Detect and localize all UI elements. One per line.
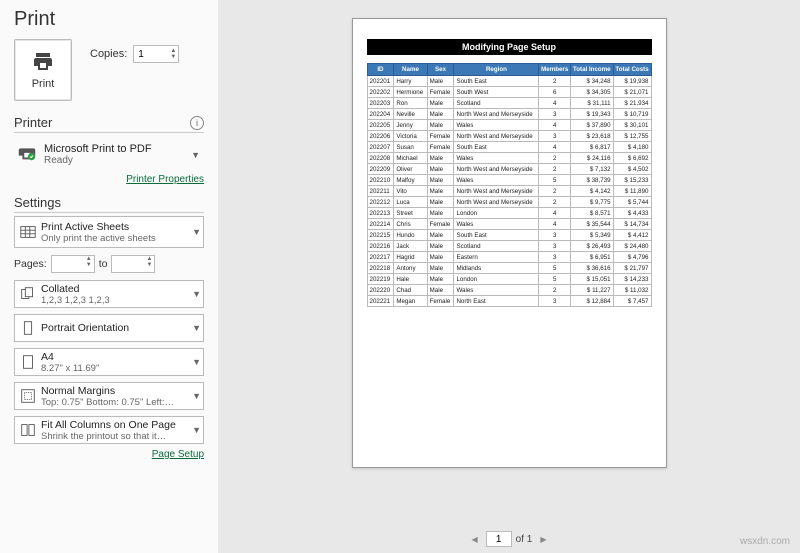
- table-row: 202213StreetMaleLondon4$ 8,571$ 4,433: [367, 208, 651, 219]
- col-header: Total Income: [570, 64, 613, 76]
- portrait-icon: [15, 319, 41, 337]
- watermark: wsxdn.com: [740, 536, 790, 547]
- table-row: 202206VictoriaFemaleNorth West and Merse…: [367, 131, 651, 142]
- col-header: Total Costs: [613, 64, 651, 76]
- table-row: 202211VitoMaleNorth West and Merseyside2…: [367, 186, 651, 197]
- copies-stepper[interactable]: ▲▼: [133, 45, 179, 63]
- preview-table: IDNameSexRegionMembersTotal IncomeTotal …: [367, 63, 652, 307]
- col-header: Region: [454, 64, 539, 76]
- preview-page: Modifying Page Setup IDNameSexRegionMemb…: [352, 18, 667, 468]
- info-icon[interactable]: i: [190, 116, 204, 130]
- table-row: 202207SusanFemaleSouth East4$ 6,817$ 4,1…: [367, 142, 651, 153]
- margins-select[interactable]: Normal MarginsTop: 0.75" Bottom: 0.75" L…: [14, 382, 204, 410]
- scaling-select[interactable]: Fit All Columns on One PageShrink the pr…: [14, 416, 204, 444]
- printer-status: Ready: [44, 155, 189, 166]
- table-row: 202216JackMaleScotland3$ 26,493$ 24,480: [367, 241, 651, 252]
- table-row: 202221MeganFemaleNorth East3$ 12,884$ 7,…: [367, 296, 651, 307]
- chevron-down-icon: ▼: [190, 391, 203, 401]
- table-row: 202205JennyMaleWales4$ 37,890$ 30,101: [367, 120, 651, 131]
- printer-device-icon: [16, 141, 38, 168]
- page-count-label: of 1: [516, 534, 533, 545]
- print-what-select[interactable]: Print Active SheetsOnly print the active…: [14, 216, 204, 248]
- col-header: ID: [367, 64, 394, 76]
- page-navigator[interactable]: ◀ of 1 ▶: [468, 531, 551, 547]
- pages-label: Pages:: [14, 258, 47, 270]
- margins-icon: [15, 387, 41, 405]
- orientation-select[interactable]: Portrait Orientation ▼: [14, 314, 204, 342]
- sheets-icon: [15, 223, 41, 241]
- page-setup-link[interactable]: Page Setup: [14, 449, 204, 460]
- printer-section-label: Printer: [14, 115, 52, 130]
- chevron-down-icon: ▼: [189, 150, 202, 160]
- pages-from-input[interactable]: ▲▼: [51, 255, 95, 273]
- table-row: 202215HundoMaleSouth East3$ 5,349$ 4,412: [367, 230, 651, 241]
- page-number-input[interactable]: [486, 531, 512, 547]
- table-row: 202208MichaelMaleWales2$ 24,116$ 6,692: [367, 153, 651, 164]
- table-row: 202214ChrisFemaleWales4$ 35,544$ 14,734: [367, 219, 651, 230]
- table-row: 202212LucaMaleNorth West and Merseyside2…: [367, 197, 651, 208]
- table-row: 202220ChadMaleWales2$ 11,227$ 11,032: [367, 285, 651, 296]
- printer-properties-link[interactable]: Printer Properties: [14, 174, 204, 185]
- page-title: Print: [14, 8, 204, 31]
- table-row: 202218AntonyMaleMidlands5$ 36,616$ 21,79…: [367, 263, 651, 274]
- chevron-down-icon: ▼: [190, 323, 203, 333]
- prev-page-button[interactable]: ◀: [468, 535, 482, 544]
- preview-title: Modifying Page Setup: [367, 39, 652, 55]
- table-row: 202204NevilleMaleNorth West and Merseysi…: [367, 109, 651, 120]
- table-row: 202209OliverMaleNorth West and Merseysid…: [367, 164, 651, 175]
- copies-label: Copies:: [90, 48, 127, 60]
- table-row: 202202HermioneFemaleSouth West6$ 34,305$…: [367, 87, 651, 98]
- table-row: 202217HagridMaleEastern3$ 6,951$ 4,796: [367, 252, 651, 263]
- chevron-down-icon: ▼: [190, 289, 203, 299]
- col-header: Members: [539, 64, 571, 76]
- chevron-down-icon: ▼: [190, 227, 203, 237]
- table-row: 202201HarryMaleSouth East2$ 34,248$ 19,9…: [367, 76, 651, 87]
- collate-icon: [15, 285, 41, 303]
- table-row: 202219HaleMaleLondon5$ 15,051$ 14,233: [367, 274, 651, 285]
- collate-select[interactable]: Collated1,2,3 1,2,3 1,2,3 ▼: [14, 280, 204, 308]
- copies-input[interactable]: [134, 46, 168, 62]
- fit-columns-icon: [15, 421, 41, 439]
- print-button-label: Print: [32, 78, 55, 90]
- stepper-arrows[interactable]: ▲▼: [168, 48, 178, 60]
- paper-size-select[interactable]: A48.27" x 11.69" ▼: [14, 348, 204, 376]
- printer-icon: [29, 50, 57, 74]
- printer-select[interactable]: Microsoft Print to PDF Ready ▼: [14, 137, 204, 172]
- table-row: 202210MalfoyMaleWales5$ 38,739$ 15,233: [367, 175, 651, 186]
- pages-to-input[interactable]: ▲▼: [111, 255, 155, 273]
- print-preview-area: Modifying Page Setup IDNameSexRegionMemb…: [218, 0, 800, 553]
- col-header: Sex: [427, 64, 454, 76]
- paper-icon: [15, 353, 41, 371]
- next-page-button[interactable]: ▶: [536, 535, 550, 544]
- print-button[interactable]: Print: [14, 39, 72, 101]
- chevron-down-icon: ▼: [190, 425, 203, 435]
- settings-section-label: Settings: [14, 195, 61, 210]
- pages-to-label: to: [99, 258, 108, 270]
- printer-name: Microsoft Print to PDF: [44, 143, 189, 155]
- col-header: Name: [394, 64, 427, 76]
- chevron-down-icon: ▼: [190, 357, 203, 367]
- table-row: 202203RonMaleScotland4$ 31,111$ 21,934: [367, 98, 651, 109]
